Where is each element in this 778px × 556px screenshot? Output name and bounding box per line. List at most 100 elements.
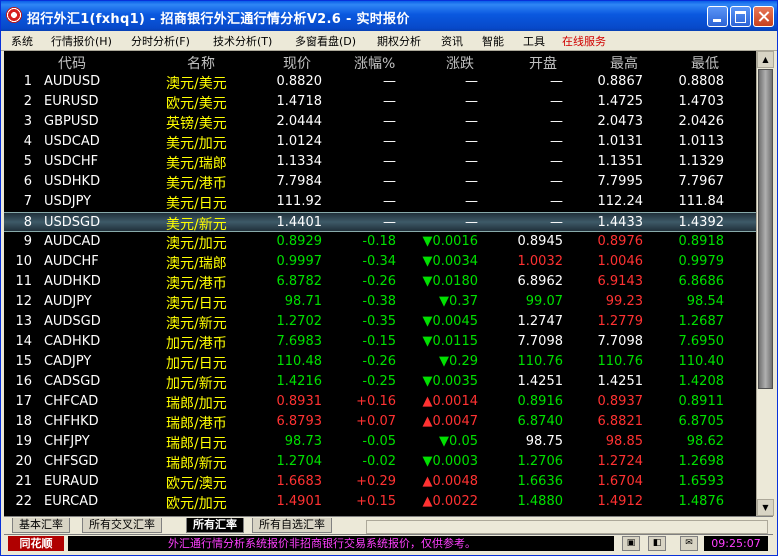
cell-price: 1.2704 (276, 454, 323, 469)
cell-low: 1.6593 (678, 474, 725, 489)
table-row[interactable]: 18 CHFHKD 瑞郎/港币 6.8793 +0.07 ▲0.0047 6.8740 6.8… (4, 412, 756, 432)
tab-2[interactable]: 所有汇率 (186, 518, 244, 533)
cell-pct: -0.38 (362, 294, 396, 309)
cell-high: 7.7995 (597, 174, 644, 189)
close-button[interactable] (753, 6, 774, 27)
table-row[interactable]: 15 CADJPY 加元/日元 110.48 -0.26 ▼0.29 110.76 110.7… (4, 352, 756, 372)
cell-code: CHFSGD (44, 454, 99, 469)
table-row[interactable]: 21 EURAUD 欧元/澳元 1.6683 +0.29 ▲0.0048 1.6636 1.6… (4, 472, 756, 492)
header-high[interactable]: 最高 (610, 53, 638, 72)
header-pct[interactable]: 涨幅% (354, 53, 395, 72)
scroll-down-icon[interactable]: ▼ (757, 499, 774, 516)
table-row[interactable]: 8 USDSGD 美元/新元 1.4401 — — — 1.4433 1.4392 (4, 212, 756, 233)
table-row[interactable]: 3 GBPUSD 英镑/美元 2.0444 — — — 2.0473 2.0426 (4, 112, 756, 132)
scroll-thumb[interactable] (758, 69, 773, 389)
header-code[interactable]: 代码 (58, 53, 86, 72)
menu-item-2[interactable]: 分时分析(F) (131, 33, 190, 49)
cell-open: — (550, 74, 563, 89)
cell-price: 1.4718 (276, 94, 323, 109)
cell-chg: ▼0.05 (439, 434, 478, 449)
cell-name: 美元/加元 (166, 136, 227, 152)
tab-1[interactable]: 所有交叉汇率 (82, 518, 162, 533)
table-row[interactable]: 20 CHFSGD 瑞郎/新元 1.2704 -0.02 ▼0.0003 1.2706 1.2… (4, 452, 756, 472)
cell-chg: ▼0.0180 (422, 274, 479, 289)
cell-high: 1.4725 (597, 94, 644, 109)
cell-open: — (550, 215, 563, 230)
cell-code: USDCAD (44, 134, 100, 149)
cell-code: USDCHF (44, 154, 99, 169)
table-row[interactable]: 5 USDCHF 美元/瑞郎 1.1334 — — — 1.1351 1.1329 (4, 152, 756, 172)
table-row[interactable]: 10 AUDCHF 澳元/瑞郎 0.9997 -0.34 ▼0.0034 1.0032 1.0… (4, 252, 756, 272)
menu-item-3[interactable]: 技术分析(T) (213, 33, 272, 49)
title-bar[interactable]: 招行外汇1(fxhq1) - 招商银行外汇通行情分析V2.6 - 实时报价 (1, 1, 777, 31)
cell-name: 瑞郎/港币 (166, 416, 227, 432)
cell-low: 110.40 (678, 354, 725, 369)
tab-0[interactable]: 基本汇率 (12, 518, 70, 533)
table-row[interactable]: 14 CADHKD 加元/港币 7.6983 -0.15 ▼0.0115 7.7098 7.7… (4, 332, 756, 352)
cell-name: 澳元/日元 (166, 296, 227, 312)
menu-item-9[interactable]: 在线服务 (562, 33, 606, 49)
cell-price: 0.8820 (276, 74, 323, 89)
menu-item-1[interactable]: 行情报价(H) (51, 33, 112, 49)
menu-item-0[interactable]: 系统 (11, 33, 33, 49)
message-icon[interactable]: ✉ (680, 536, 698, 551)
menu-item-6[interactable]: 资讯 (441, 33, 463, 49)
cell-high: 98.85 (605, 434, 643, 449)
cell-chg: — (465, 134, 478, 149)
cell-price: 0.8931 (276, 394, 323, 409)
header-open[interactable]: 开盘 (529, 53, 557, 72)
table-row[interactable]: 2 EURUSD 欧元/美元 1.4718 — — — 1.4725 1.4703 (4, 92, 756, 112)
cell-high: 99.23 (605, 294, 643, 309)
table-row[interactable]: 1 AUDUSD 澳元/美元 0.8820 — — — 0.8867 0.8808 (4, 72, 756, 92)
menu-item-8[interactable]: 工具 (523, 33, 545, 49)
cell-pct: +0.07 (356, 414, 396, 429)
cell-high: 1.4251 (597, 374, 644, 389)
cell-open: 6.8740 (517, 414, 564, 429)
cell-code: AUDSGD (44, 314, 101, 329)
menu-item-7[interactable]: 智能 (482, 33, 504, 49)
header-low[interactable]: 最低 (691, 53, 719, 72)
network-icon[interactable]: ▣ (622, 536, 640, 551)
horizontal-scrollbar[interactable] (366, 520, 768, 534)
table-row[interactable]: 16 CADSGD 加元/新元 1.4216 -0.25 ▼0.0035 1.4251 1.4… (4, 372, 756, 392)
table-row[interactable]: 11 AUDHKD 澳元/港币 6.8782 -0.26 ▼0.0180 6.8962 6.9… (4, 272, 756, 292)
cell-n: 11 (15, 274, 32, 289)
menu-item-4[interactable]: 多窗看盘(D) (295, 33, 356, 49)
cell-open: — (550, 114, 563, 129)
cell-n: 12 (15, 294, 32, 309)
table-row[interactable]: 22 EURCAD 欧元/加元 1.4901 +0.15 ▲0.0022 1.4880 1.4… (4, 492, 756, 512)
table-row[interactable]: 4 USDCAD 美元/加元 1.0124 — — — 1.0131 1.0113 (4, 132, 756, 152)
scroll-up-icon[interactable]: ▲ (757, 51, 774, 68)
table-row[interactable]: 7 USDJPY 美元/日元 111.92 — — — 112.24 111.84 (4, 192, 756, 212)
menu-item-5[interactable]: 期权分析 (377, 33, 421, 49)
header-change[interactable]: 涨跌 (446, 53, 474, 72)
monitor-icon[interactable]: ◧ (648, 536, 666, 551)
table-row[interactable]: 17 CHFCAD 瑞郎/加元 0.8931 +0.16 ▲0.0014 0.8916 0.8… (4, 392, 756, 412)
cell-code: USDJPY (44, 194, 92, 209)
app-logo-icon[interactable] (6, 7, 22, 23)
cell-chg: ▼0.0003 (422, 454, 479, 469)
cell-open: 1.0032 (517, 254, 564, 269)
cell-price: 1.4401 (276, 215, 323, 230)
header-name[interactable]: 名称 (187, 53, 215, 72)
header-price[interactable]: 现价 (283, 53, 311, 72)
table-row[interactable]: 12 AUDJPY 澳元/日元 98.71 -0.38 ▼0.37 99.07 99.23 98… (4, 292, 756, 312)
cell-n: 15 (15, 354, 32, 369)
cell-name: 欧元/澳元 (166, 476, 227, 492)
table-row[interactable]: 9 AUDCAD 澳元/加元 0.8929 -0.18 ▼0.0016 0.8945 0.89… (4, 232, 756, 252)
cell-name: 加元/新元 (166, 376, 227, 392)
cell-chg: — (465, 94, 478, 109)
cell-price: 6.8793 (276, 414, 323, 429)
minimize-button[interactable] (707, 6, 728, 27)
maximize-button[interactable] (730, 6, 751, 27)
cell-pct: -0.05 (362, 434, 396, 449)
cell-high: 6.9143 (597, 274, 644, 289)
table-row[interactable]: 6 USDHKD 美元/港币 7.7984 — — — 7.7995 7.7967 (4, 172, 756, 192)
cell-price: 1.1334 (276, 154, 323, 169)
cell-chg: — (465, 114, 478, 129)
table-row[interactable]: 19 CHFJPY 瑞郎/日元 98.73 -0.05 ▼0.05 98.75 98.85 98… (4, 432, 756, 452)
cell-low: 98.62 (686, 434, 724, 449)
table-row[interactable]: 13 AUDSGD 澳元/新元 1.2702 -0.35 ▼0.0045 1.2747 1.2… (4, 312, 756, 332)
tab-3[interactable]: 所有自选汇率 (252, 518, 332, 533)
vertical-scrollbar[interactable]: ▲ ▼ (756, 51, 774, 516)
